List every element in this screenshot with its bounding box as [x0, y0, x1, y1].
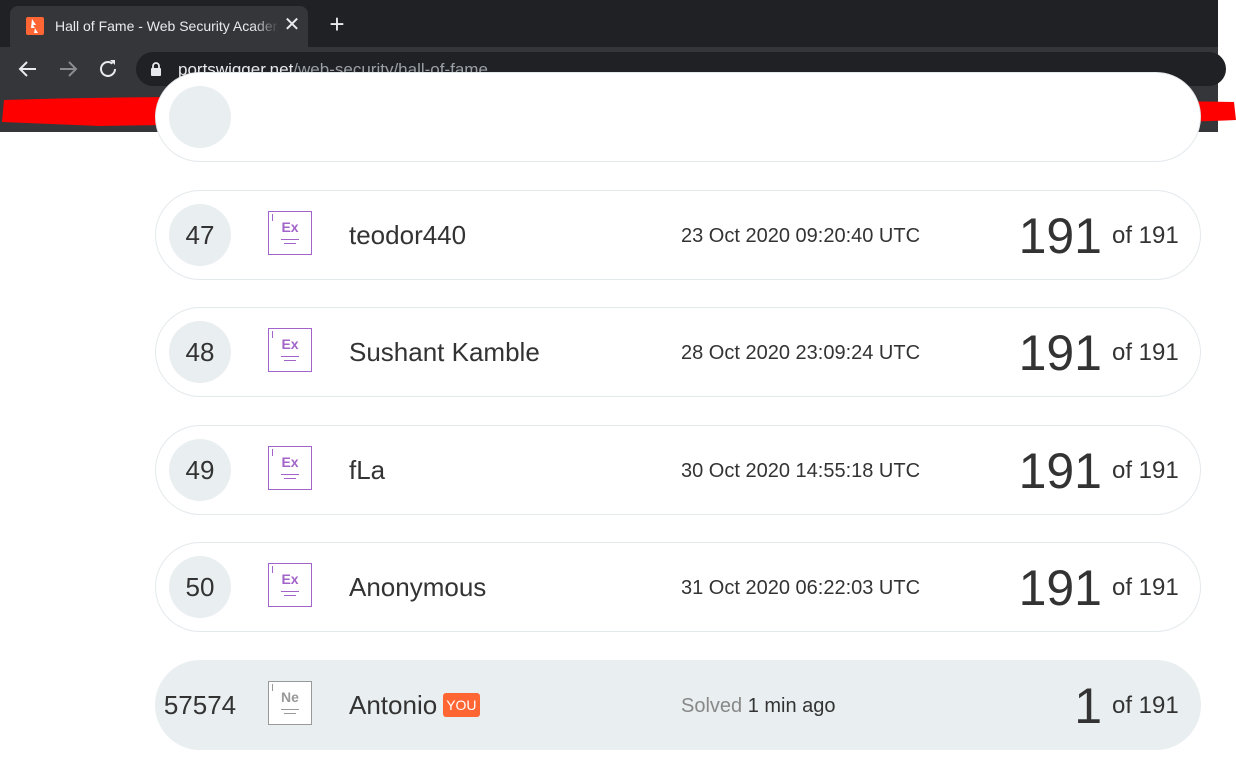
rank-number: 48 [185, 337, 215, 367]
rank-number: 50 [185, 572, 215, 602]
expert-level-icon: Ex [268, 563, 312, 607]
solved-total: of 191 [1112, 692, 1179, 719]
user-name[interactable]: teodor440 [349, 220, 466, 250]
portswigger-logo-icon [26, 17, 44, 35]
user-name[interactable]: Anonymous [349, 572, 486, 602]
lock-icon[interactable] [150, 62, 162, 81]
solved-total: of 191 [1112, 574, 1179, 601]
forward-arrow-icon[interactable] [56, 57, 80, 81]
current-user-row: 57574 Ne Antonio YOU Solved 1 min ago 1 o… [155, 660, 1201, 750]
back-arrow-icon[interactable] [16, 57, 40, 81]
user-name[interactable]: Sushant Kamble [349, 337, 540, 367]
rank-number: 57574 [163, 690, 237, 720]
leaderboard-row: 49 Ex fLa 30 Oct 2020 14:55:18 UTC 191 o… [155, 425, 1201, 515]
user-name[interactable]: fLa [349, 455, 385, 485]
completion-date: 28 Oct 2020 23:09:24 UTC [681, 342, 921, 364]
new-tab-button[interactable]: + [324, 11, 350, 38]
completion-date: 23 Oct 2020 09:20:40 UTC [681, 225, 921, 247]
leaderboard-row: 48 Ex Sushant Kamble 28 Oct 2020 23:09:2… [155, 307, 1201, 397]
expert-level-icon: Ex [268, 328, 312, 372]
rank-circle [169, 86, 231, 148]
rank-number: 49 [185, 455, 215, 485]
solved-ago: 1 min ago [747, 695, 836, 717]
leaderboard-row-partial [155, 72, 1201, 162]
solved-count: 191 [1018, 560, 1102, 616]
reload-icon[interactable] [96, 57, 120, 81]
completion-date: 30 Oct 2020 14:55:18 UTC [681, 460, 921, 482]
user-name-text[interactable]: Antonio [349, 690, 437, 720]
expert-level-icon: Ex [268, 446, 312, 490]
solved-total: of 191 [1112, 222, 1179, 249]
solved-count: 1 [1074, 678, 1102, 734]
leaderboard-row: 50 Ex Anonymous 31 Oct 2020 06:22:03 UTC… [155, 542, 1201, 632]
solved-total: of 191 [1112, 457, 1179, 484]
you-badge: YOU [443, 693, 480, 718]
solved-time: Solved 1 min ago [681, 694, 836, 718]
user-name: Antonio YOU [349, 690, 480, 720]
tab-strip: Hall of Fame - Web Security Academy ✕ + [0, 0, 1218, 47]
solved-prefix: Solved [681, 695, 743, 717]
solved-count: 191 [1018, 443, 1102, 499]
solved-count: 191 [1018, 208, 1102, 264]
novice-level-icon: Ne [268, 681, 312, 725]
expert-level-icon: Ex [268, 211, 312, 255]
leaderboard-row: 47 Ex teodor440 23 Oct 2020 09:20:40 UTC… [155, 190, 1201, 280]
solved-total: of 191 [1112, 339, 1179, 366]
tab-title: Hall of Fame - Web Security Academy [55, 18, 277, 34]
completion-date: 31 Oct 2020 06:22:03 UTC [681, 577, 921, 599]
browser-tab[interactable]: Hall of Fame - Web Security Academy ✕ [10, 6, 308, 47]
rank-number: 47 [185, 220, 215, 250]
tab-title-fade [253, 14, 279, 38]
solved-count: 191 [1018, 325, 1102, 381]
close-tab-icon[interactable]: ✕ [282, 15, 302, 35]
